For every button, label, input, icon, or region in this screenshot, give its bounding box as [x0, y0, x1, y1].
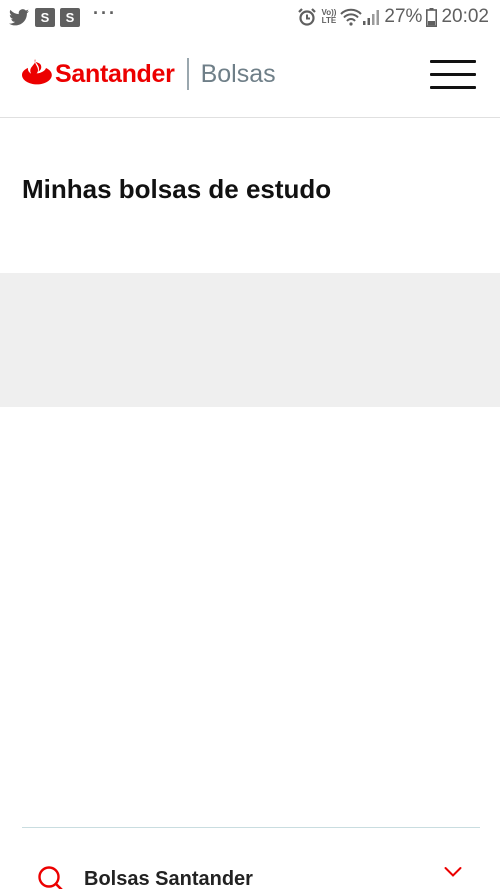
wifi-icon [340, 8, 363, 26]
battery-percent: 27% [384, 6, 423, 27]
battery-icon [426, 7, 438, 27]
clock: 20:02 [441, 6, 489, 27]
search-icon [38, 866, 63, 889]
content-placeholder-panel [0, 273, 500, 407]
bolsas-santander-accordion[interactable]: Bolsas Santander [22, 858, 480, 889]
more-dots-icon: ··· [93, 2, 117, 23]
signal-icon [363, 10, 380, 25]
status-bar-system: Vo)) LTE 27% 20:02 [297, 6, 489, 28]
hamburger-menu-button[interactable] [430, 58, 476, 90]
twitter-icon [9, 8, 29, 25]
volte-icon: Vo)) LTE [321, 9, 336, 25]
status-bar-notifications: S S ··· [9, 2, 117, 28]
volte-bottom-text: LTE [321, 16, 337, 25]
chevron-down-icon [444, 867, 462, 877]
brand-product-name: Bolsas [200, 59, 276, 88]
brand-logo[interactable]: Santander Bolsas [22, 56, 276, 92]
santander-flame-icon [22, 59, 52, 85]
s-badge: S [35, 7, 55, 27]
hamburger-menu-icon-line [430, 60, 476, 63]
alarm-icon [298, 8, 317, 26]
hamburger-menu-icon-line [430, 73, 476, 76]
page-title: Minhas bolsas de estudo [22, 174, 332, 204]
s-badge: S [60, 7, 80, 27]
brand-divider [186, 58, 189, 90]
footer-divider [22, 827, 480, 828]
brand-name: Santander [55, 59, 175, 88]
app-header: Santander Bolsas [0, 34, 500, 118]
status-bar: S S ··· Vo)) LTE 27% 20:02 [0, 0, 500, 34]
hamburger-menu-icon-line [430, 86, 476, 89]
accordion-label: Bolsas Santander [84, 868, 253, 889]
